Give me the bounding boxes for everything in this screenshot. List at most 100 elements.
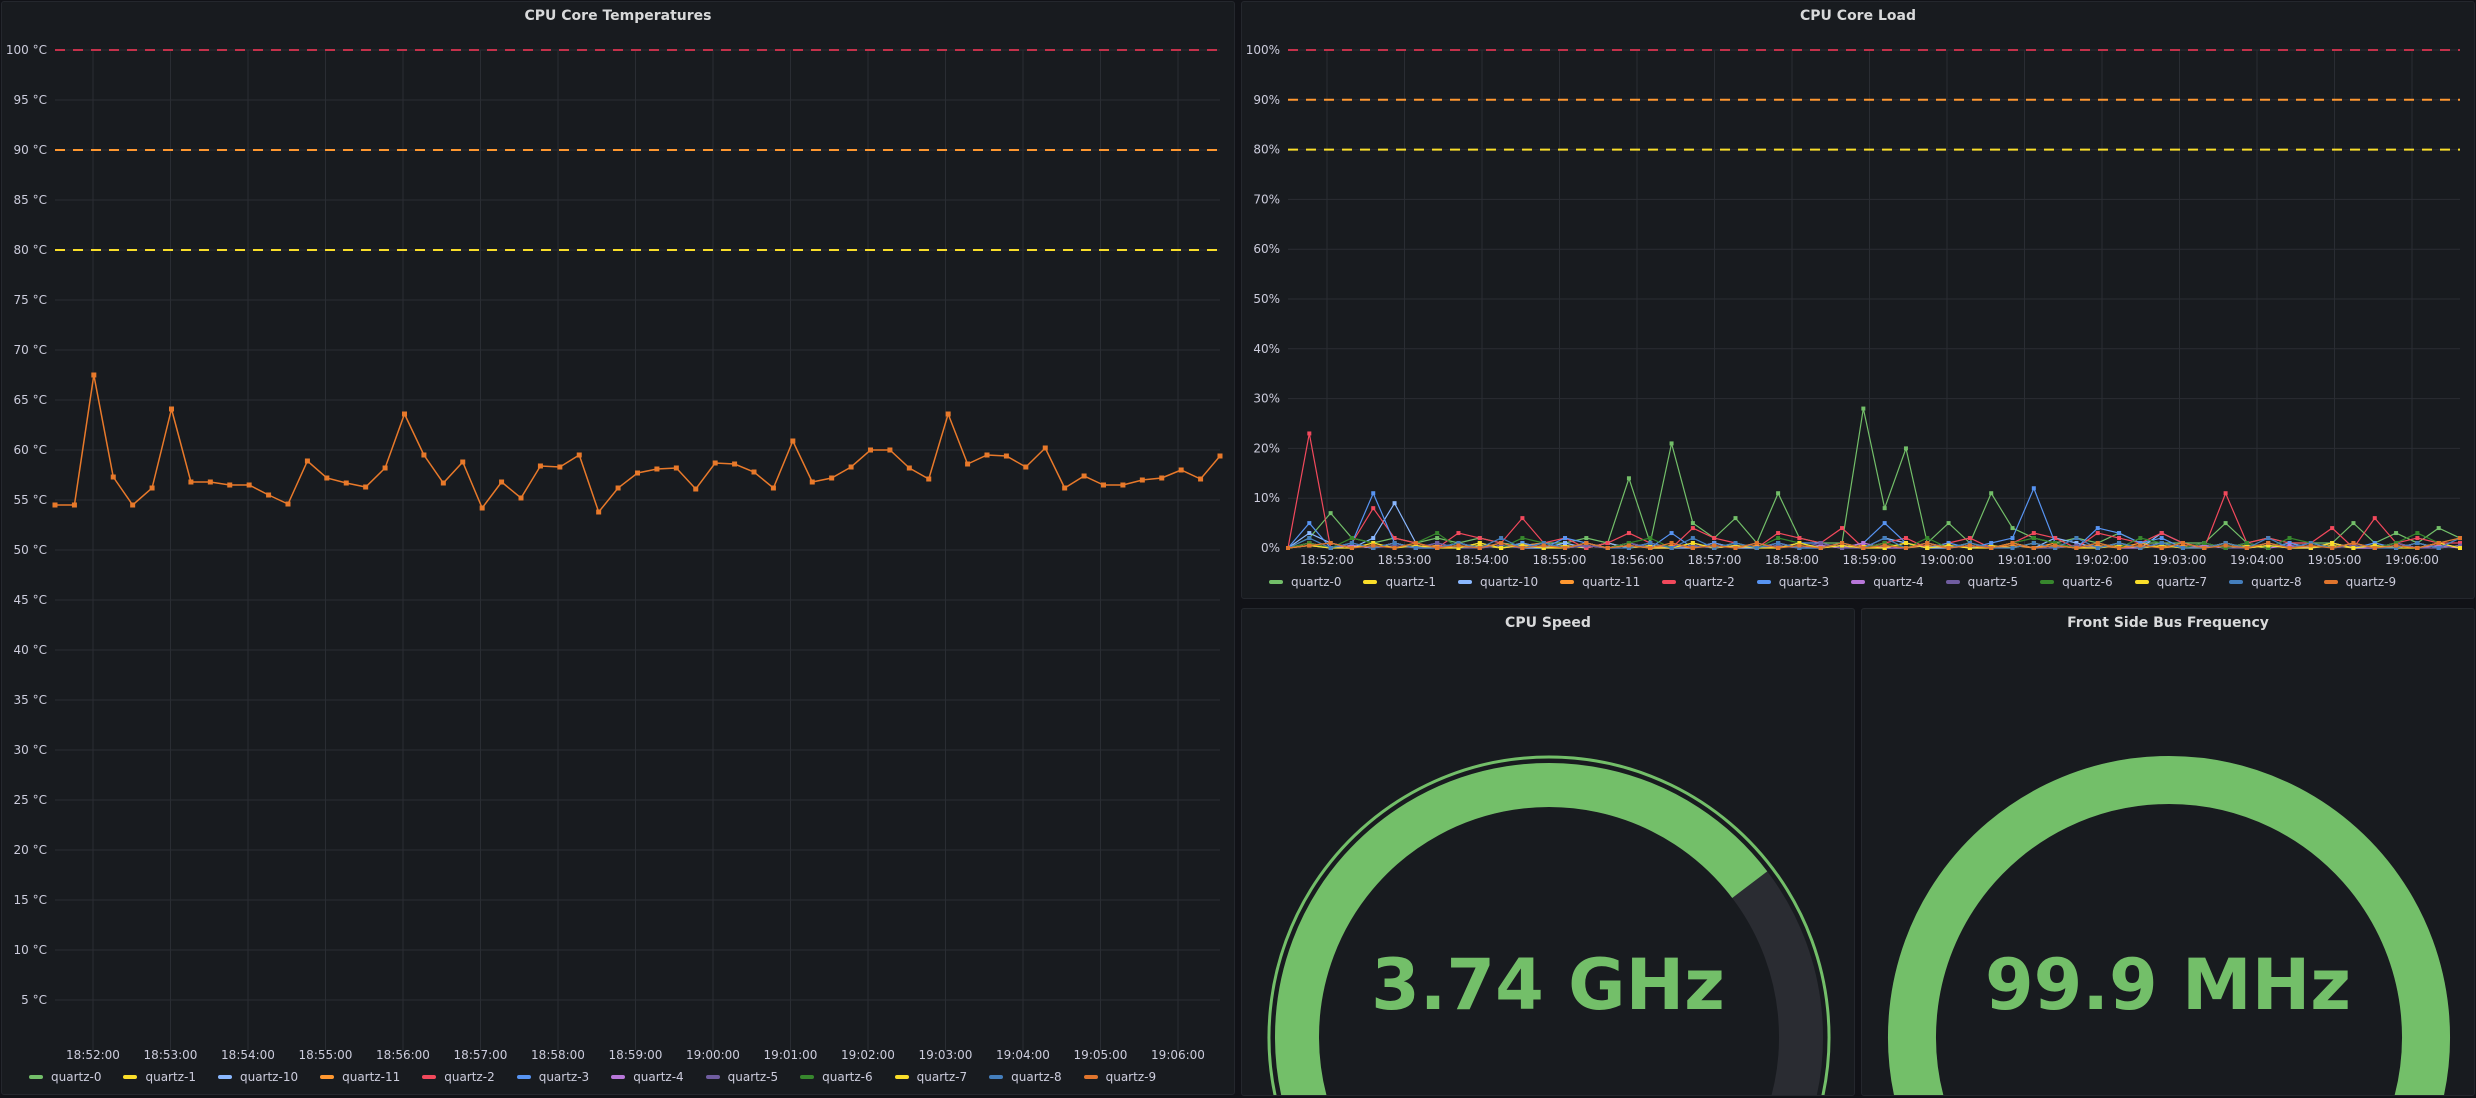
y-tick-label: 75 °C (14, 293, 47, 307)
y-tick-label: 100 °C (6, 43, 47, 57)
legend-label: quartz-3 (538, 1070, 590, 1084)
legend-swatch (894, 1075, 909, 1079)
x-tick-label: 18:56:00 (376, 1048, 430, 1062)
data-point (2117, 531, 2122, 536)
data-point (1456, 531, 1461, 536)
legend-item-quartz-5[interactable]: quartz-5 (1945, 575, 2019, 589)
legend-label: quartz-3 (1778, 575, 1830, 589)
data-point (1626, 543, 1631, 548)
x-tick-label: 19:02:00 (841, 1048, 895, 1062)
temperatures-chart[interactable]: 5 °C 10 °C 15 °C 20 °C 25 °C 30 °C 35 °C 40 °C 4… (2, 2, 1235, 1072)
data-point (1307, 431, 1312, 436)
data-point (110, 474, 116, 480)
data-point (1626, 531, 1631, 536)
data-point (2287, 546, 2292, 550)
legend-item-quartz-6[interactable]: quartz-6 (800, 1070, 873, 1084)
legend-item-quartz-3[interactable]: quartz-3 (1756, 575, 1830, 589)
y-tick-label: 30 °C (14, 743, 47, 757)
legend-item-quartz-7[interactable]: quartz-7 (894, 1070, 967, 1084)
data-point (829, 475, 835, 481)
legend-item-quartz-1[interactable]: quartz-1 (123, 1070, 196, 1084)
data-point (984, 452, 990, 458)
legend-item-quartz-4[interactable]: quartz-4 (1851, 575, 1924, 589)
legend-label: quartz-11 (1582, 575, 1641, 589)
y-tick-label: 20% (1253, 441, 1280, 455)
data-point (1435, 536, 1440, 541)
series-line-quartz-11 (55, 374, 1221, 514)
legend-item-quartz-9[interactable]: quartz-9 (2323, 575, 2396, 589)
legend-item-quartz-1[interactable]: quartz-1 (1363, 575, 1436, 589)
data-point (1903, 536, 1908, 541)
legend-item-quartz-11[interactable]: quartz-11 (1560, 575, 1640, 589)
legend-swatch (611, 1075, 626, 1079)
data-point (1989, 541, 1994, 546)
x-tick-label: 19:05:00 (2308, 553, 2362, 567)
fsb-panel: Front Side Bus Frequency 99.9 MHz (1861, 608, 2475, 1096)
load-chart[interactable]: 0% 10% 20% 30% 40% 50% 60% 70% 80% 90% 100% 18:52:0… (1242, 2, 2475, 576)
data-point (499, 479, 505, 485)
data-point (2394, 531, 2399, 536)
data-point (751, 469, 757, 475)
legend-swatch (1269, 580, 1283, 584)
legend-item-quartz-2[interactable]: quartz-2 (422, 1070, 495, 1084)
legend-item-quartz-11[interactable]: quartz-11 (320, 1070, 400, 1084)
data-point (2415, 531, 2420, 536)
data-point (1925, 541, 1930, 546)
legend-swatch (1851, 580, 1866, 584)
data-point (266, 492, 272, 498)
data-point (1776, 491, 1781, 496)
legend-item-quartz-8[interactable]: quartz-8 (2229, 575, 2302, 589)
data-point (2031, 486, 2036, 491)
data-point (1307, 531, 1312, 536)
data-point (1925, 536, 1930, 541)
data-point (1541, 543, 1546, 548)
x-tick-label: 18:55:00 (299, 1048, 353, 1062)
x-tick-label: 18:54:00 (221, 1048, 275, 1062)
data-point (1392, 541, 1397, 546)
data-point (149, 485, 155, 491)
legend-item-quartz-10[interactable]: quartz-10 (1457, 575, 1538, 589)
data-point (2180, 546, 2185, 550)
data-point (2458, 536, 2462, 541)
legend-label: quartz-5 (727, 1070, 779, 1084)
data-point (1042, 445, 1048, 451)
data-point (440, 480, 446, 486)
y-tick-label: 45 °C (14, 593, 47, 607)
legend-swatch (1363, 580, 1378, 584)
legend-item-quartz-7[interactable]: quartz-7 (2134, 575, 2207, 589)
legend-item-quartz-0[interactable]: quartz-0 (29, 1070, 101, 1084)
data-point (2330, 541, 2335, 546)
legend-swatch (1457, 580, 1472, 584)
data-point (285, 501, 291, 507)
legend-item-quartz-9[interactable]: quartz-9 (1083, 1070, 1157, 1084)
legend-item-quartz-8[interactable]: quartz-8 (989, 1070, 1062, 1084)
legend-item-quartz-0[interactable]: quartz-0 (1269, 575, 1341, 589)
legend-label: quartz-1 (1385, 575, 1436, 589)
legend-item-quartz-2[interactable]: quartz-2 (1662, 575, 1735, 589)
data-point (460, 459, 466, 465)
data-point (576, 452, 582, 458)
legend-item-quartz-4[interactable]: quartz-4 (611, 1070, 684, 1084)
cpu-speed-panel: CPU Speed 3.74 GHz (1241, 608, 1855, 1096)
data-point (2436, 526, 2441, 531)
x-tick-label: 19:04:00 (996, 1048, 1050, 1062)
legend-item-quartz-3[interactable]: quartz-3 (516, 1070, 590, 1084)
data-point (1081, 473, 1087, 479)
legend-label: quartz-9 (1105, 1070, 1157, 1084)
data-point (1499, 541, 1504, 546)
data-point (2308, 543, 2313, 548)
legend-item-quartz-5[interactable]: quartz-5 (705, 1070, 779, 1084)
legend-item-quartz-10[interactable]: quartz-10 (217, 1070, 298, 1084)
data-point (1435, 531, 1440, 536)
data-point (2159, 536, 2164, 541)
data-point (402, 411, 407, 417)
y-tick-label: 60 °C (14, 443, 47, 457)
data-point (2138, 543, 2143, 548)
legend-label: quartz-4 (1873, 575, 1924, 589)
legend-label: quartz-5 (1967, 575, 2019, 589)
legend-swatch (29, 1075, 43, 1079)
data-point (1690, 521, 1695, 526)
data-point (1456, 543, 1461, 548)
y-tick-label: 40 °C (14, 643, 47, 657)
legend-item-quartz-6[interactable]: quartz-6 (2040, 575, 2113, 589)
